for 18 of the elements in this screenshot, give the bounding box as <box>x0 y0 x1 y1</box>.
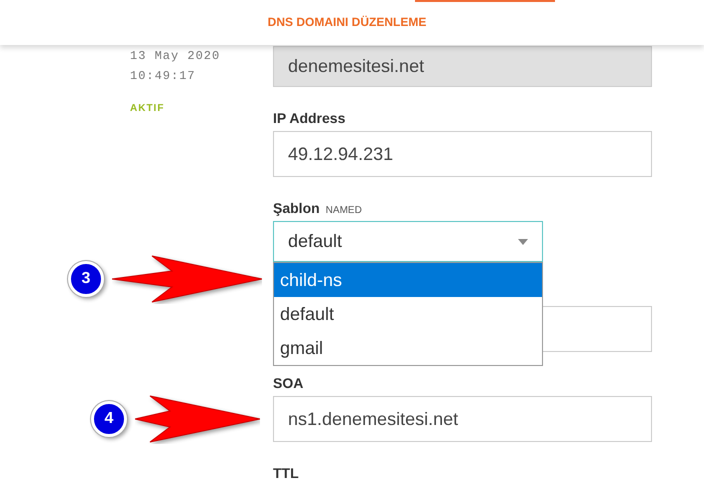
page-title: DNS DOMAINI DÜZENLEME <box>268 14 426 28</box>
step-number-badge: 3 <box>68 261 104 297</box>
input-field[interactable]: 49.12.94.231 <box>273 131 652 177</box>
record-time: 10:49:17 <box>130 68 197 85</box>
input-field[interactable]: ns1.denemesitesi.net <box>273 396 652 442</box>
field-label: Şablon <box>273 200 320 216</box>
arrow-icon <box>135 394 260 444</box>
record-date: 13 May 2020 <box>130 48 222 65</box>
template-dropdown[interactable]: default <box>273 221 543 262</box>
status-label: AKTIF <box>130 103 166 114</box>
caret-icon <box>518 238 528 244</box>
step-number-badge: 4 <box>91 401 127 437</box>
field-hint: NAMED <box>326 205 362 216</box>
arrow-icon <box>112 254 262 304</box>
dropdown-option[interactable]: child-ns <box>274 263 542 297</box>
field-label: IP Address <box>273 110 346 126</box>
field-label: TTL <box>273 465 299 481</box>
field-label: SOA <box>273 375 304 391</box>
